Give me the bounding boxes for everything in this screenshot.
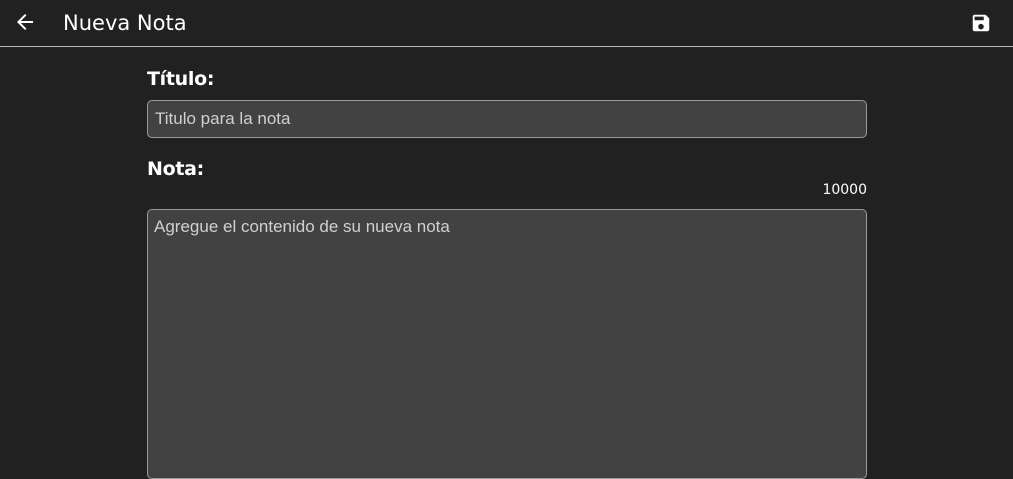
note-label: Nota: — [147, 158, 204, 180]
arrow-left-icon — [17, 14, 33, 30]
save-icon — [972, 14, 990, 32]
save-button[interactable] — [968, 10, 994, 36]
title-label: Título: — [147, 68, 215, 90]
note-content-textarea[interactable] — [147, 209, 867, 479]
top-app-bar: Nueva Nota — [0, 0, 1013, 47]
character-counter: 10000 — [822, 182, 867, 198]
back-button[interactable] — [12, 9, 38, 35]
page-title: Nueva Nota — [63, 11, 187, 35]
title-input[interactable] — [147, 100, 867, 138]
